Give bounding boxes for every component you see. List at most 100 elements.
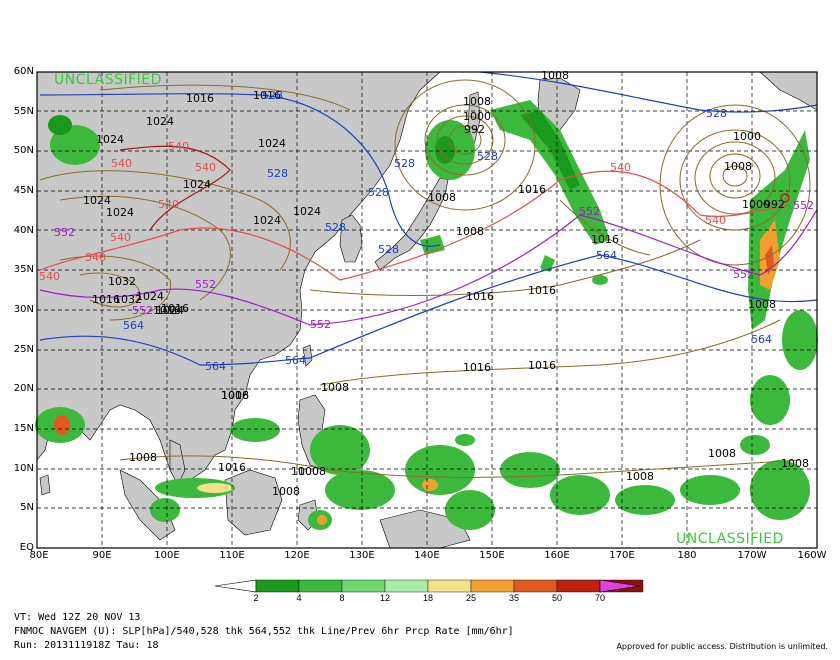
thickness-contour-label: 552 xyxy=(310,318,331,331)
thickness-contour-label: 552 xyxy=(733,268,754,281)
lat-label: 60N xyxy=(13,66,34,77)
lon-label: 160E xyxy=(544,550,570,561)
lon-label: 160W xyxy=(797,550,827,561)
thickness-contour-label: 540 xyxy=(610,161,631,174)
colorbar-label: 18 xyxy=(422,593,433,603)
lon-label: 180 xyxy=(677,550,697,561)
thickness-contour-label: 540 xyxy=(168,140,189,153)
slp-contour-label: 1024 xyxy=(146,115,174,128)
thickness-contour-label: 540 xyxy=(111,157,132,170)
slp-contour-label: 1008 xyxy=(748,298,776,311)
lat-label: 25N xyxy=(13,344,34,355)
slp-contour-label: 1016 xyxy=(463,361,491,374)
thickness-contour-label: 540 xyxy=(85,251,106,264)
colorbar xyxy=(214,579,644,593)
slp-contour-label: 1016 xyxy=(218,461,246,474)
lat-label: 50N xyxy=(13,145,34,156)
thickness-contour-label: 528 xyxy=(262,89,283,102)
lon-label: 170W xyxy=(737,550,767,561)
lon-label: 80E xyxy=(29,550,49,561)
thickness-contour-label: 528 xyxy=(394,157,415,170)
slp-contour-label: 1008 xyxy=(298,465,326,478)
product-title: FNMOC NAVGEM (U): SLP[hPa]/540,528 thk 5… xyxy=(14,626,514,637)
thickness-contour-label: 564 xyxy=(123,319,144,332)
slp-contour-label: 1016 xyxy=(518,183,546,196)
colorbar-label: 12 xyxy=(379,593,390,603)
classification-bottom: UNCLASSIFIED xyxy=(676,531,784,547)
slp-contour-label: 1024 xyxy=(258,137,286,150)
slp-contour-label: 1024 xyxy=(96,133,124,146)
lat-label: 40N xyxy=(13,225,34,236)
thickness-contour-label: 540 xyxy=(158,198,179,211)
slp-contour-label: 1008 xyxy=(541,69,569,82)
lon-label: 90E xyxy=(92,550,112,561)
thickness-contour-label: 528 xyxy=(477,150,498,163)
slp-contour-label: 1008 xyxy=(463,95,491,108)
colorbar-label: 4 xyxy=(296,593,302,603)
slp-contour-label: 1008 xyxy=(708,447,736,460)
lat-label: 15N xyxy=(13,423,34,434)
colorbar-label: 2 xyxy=(253,593,259,603)
slp-contour-label: 1016 xyxy=(591,233,619,246)
thickness-contour-label: 528 xyxy=(378,243,399,256)
thickness-contour-label: 564 xyxy=(596,249,617,262)
slp-contour-label: 1024 xyxy=(183,178,211,191)
thickness-contour-label: 528 xyxy=(368,186,389,199)
lat-label: 35N xyxy=(13,264,34,275)
slp-contour-label: 1016 xyxy=(528,284,556,297)
slp-contour-label: 1008 xyxy=(129,451,157,464)
slp-contour-label: 1000 xyxy=(742,198,770,211)
thickness-contour-label: 528 xyxy=(267,167,288,180)
colorbar-label: 25 xyxy=(465,593,476,603)
thickness-contour-label: 540 xyxy=(39,270,60,283)
lon-label: 170E xyxy=(609,550,635,561)
classification-top: UNCLASSIFIED xyxy=(54,72,162,88)
thickness-contour-label: 540 xyxy=(705,214,726,227)
slp-contour-label: 1016 xyxy=(528,359,556,372)
slp-contour-label: 1016 xyxy=(466,290,494,303)
thickness-contour-label: 540 xyxy=(195,161,216,174)
lon-label: 100E xyxy=(154,550,180,561)
thickness-contour-label: 552 xyxy=(579,205,600,218)
colorbar-label: 50 xyxy=(551,593,562,603)
colorbar-label: 8 xyxy=(339,593,345,603)
slp-contour-label: 1024 xyxy=(253,214,281,227)
thickness-contour-label: 528 xyxy=(325,221,346,234)
lat-label: 20N xyxy=(13,383,34,394)
slp-contour-label: 992 xyxy=(464,123,485,136)
colorbar-label: 70 xyxy=(594,593,605,603)
slp-contour-label: 1008 xyxy=(724,160,752,173)
lon-label: 120E xyxy=(284,550,310,561)
thickness-contour-label: 552 xyxy=(793,199,814,212)
lon-label: 150E xyxy=(479,550,505,561)
lon-label: 110E xyxy=(219,550,245,561)
thickness-contour-label: 552 xyxy=(54,226,75,239)
slp-contour-label: 1008 xyxy=(781,457,809,470)
slp-contour-label: 1008 xyxy=(626,470,654,483)
thickness-contour-label: 552 xyxy=(195,278,216,291)
slp-contour-label: 1000 xyxy=(463,110,491,123)
lat-label: 5N xyxy=(20,502,34,513)
slp-contour-label: 1016 xyxy=(153,304,181,317)
slp-contour-label: 1008 xyxy=(321,381,349,394)
valid-time: VT: Wed 12Z 20 NOV 13 xyxy=(14,612,141,623)
thickness-contour-label: 564 xyxy=(285,354,306,367)
approval-notice: Approved for public access. Distribution… xyxy=(616,642,828,651)
slp-contour-label: 1008 xyxy=(272,485,300,498)
lat-label: 10N xyxy=(13,463,34,474)
slp-contour-label: 1016 xyxy=(92,293,120,306)
slp-contour-label: 1024 xyxy=(106,206,134,219)
lon-label: 140E xyxy=(414,550,440,561)
slp-contour-label: 1032 xyxy=(108,275,136,288)
thickness-contour-label: 564 xyxy=(751,333,772,346)
thickness-contour-label: 564 xyxy=(205,360,226,373)
lat-label: 45N xyxy=(13,185,34,196)
slp-contour-label: 1024 xyxy=(136,290,164,303)
slp-contour-label: 1024 xyxy=(293,205,321,218)
thickness-contour-label: 528 xyxy=(706,107,727,120)
slp-contour-label: 1016 xyxy=(186,92,214,105)
slp-contour-label: 1016 xyxy=(221,389,249,402)
run-info: Run: 2013111918Z Tau: 18 xyxy=(14,640,159,651)
thickness-contour-label: 552 xyxy=(132,304,153,317)
slp-contour-label: 1008 xyxy=(428,191,456,204)
